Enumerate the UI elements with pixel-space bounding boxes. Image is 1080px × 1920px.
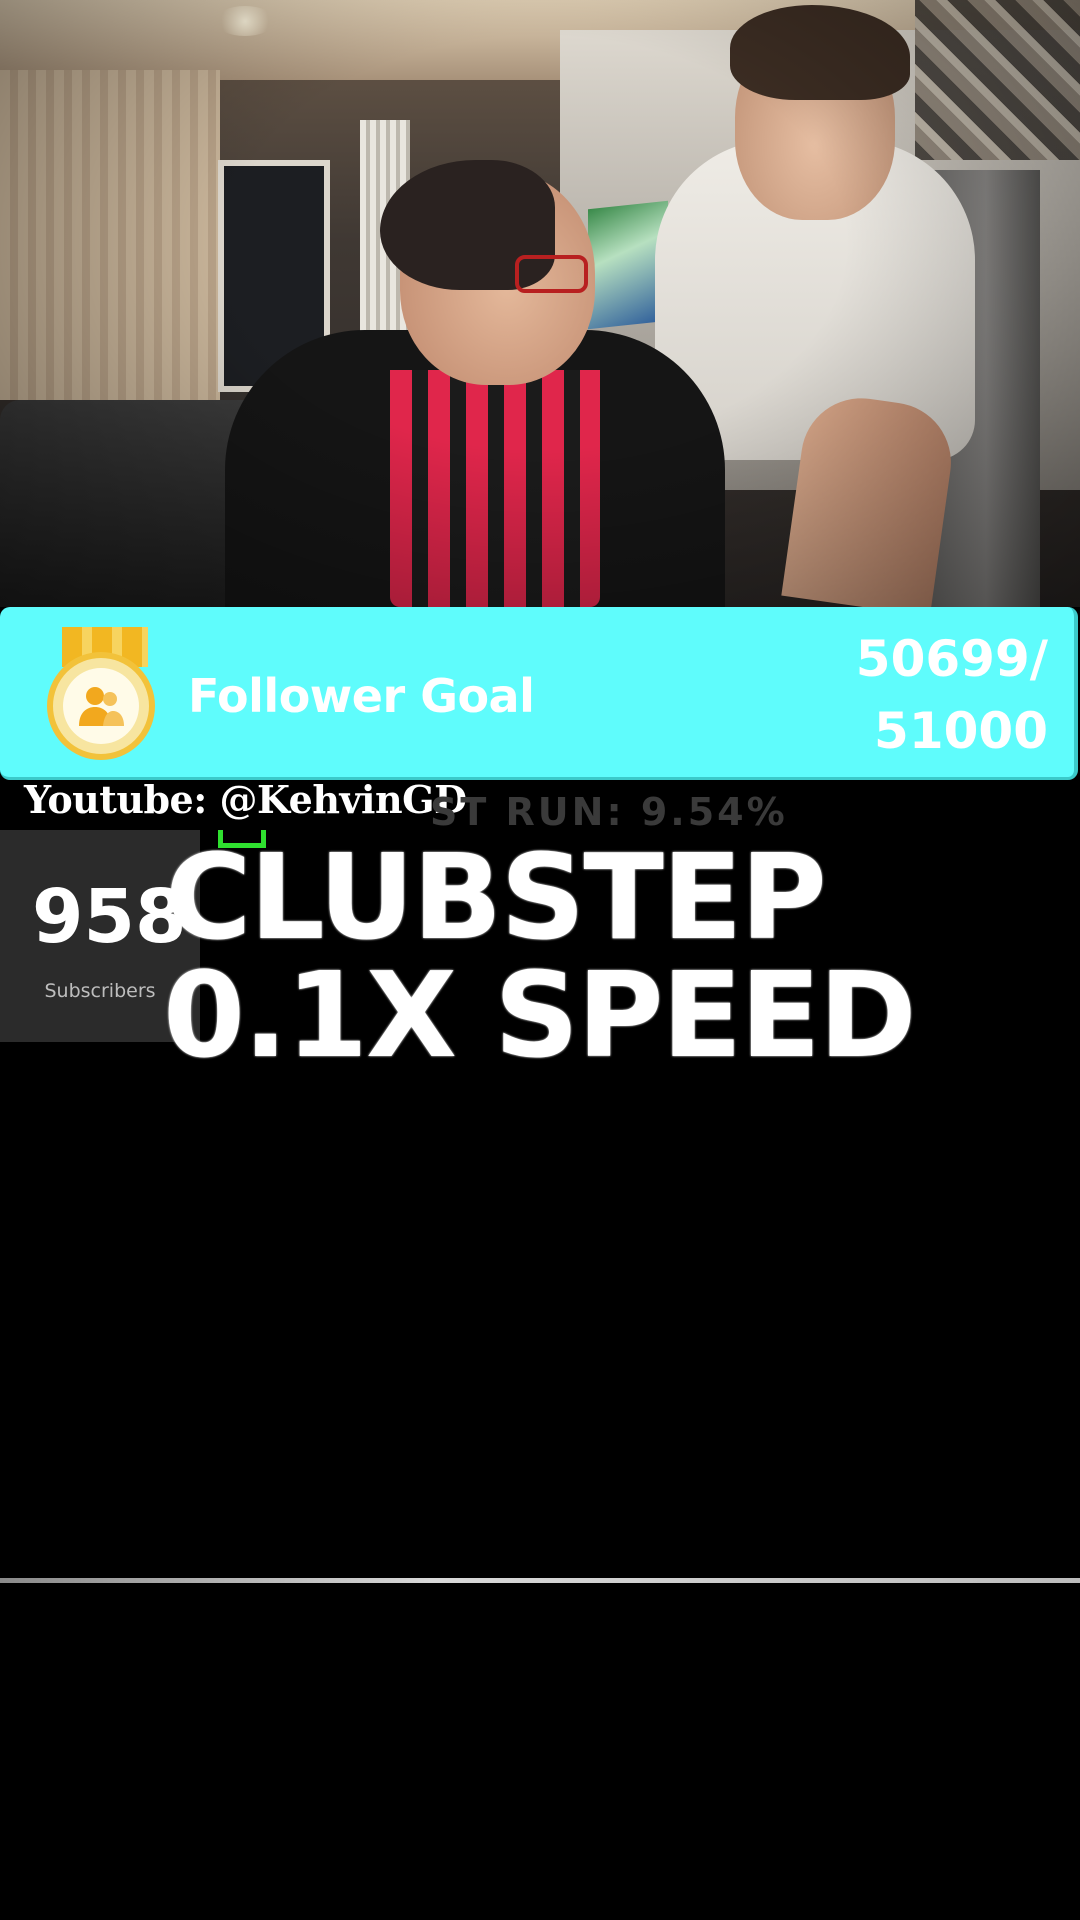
people-icon [79, 687, 124, 726]
goal-current: 50699/ [855, 630, 1048, 688]
title-line-1: CLUBSTEP [165, 828, 827, 966]
progress-line [0, 1578, 1080, 1583]
goal-label: Follower Goal [188, 669, 535, 723]
webcam-video [0, 0, 1080, 607]
medal-center [63, 668, 139, 744]
title-line-2: 0.1X SPEED [163, 946, 917, 1084]
vignette [0, 0, 1080, 607]
followers-medal-icon [47, 652, 155, 760]
goal-target: 51000 [874, 702, 1048, 760]
follower-goal-widget: Follower Goal 50699/ 51000 [0, 607, 1078, 780]
video-title: CLUBSTEP 0.1X SPEED [163, 828, 1065, 1084]
youtube-handle: Youtube: @KehvinGD [24, 777, 467, 822]
